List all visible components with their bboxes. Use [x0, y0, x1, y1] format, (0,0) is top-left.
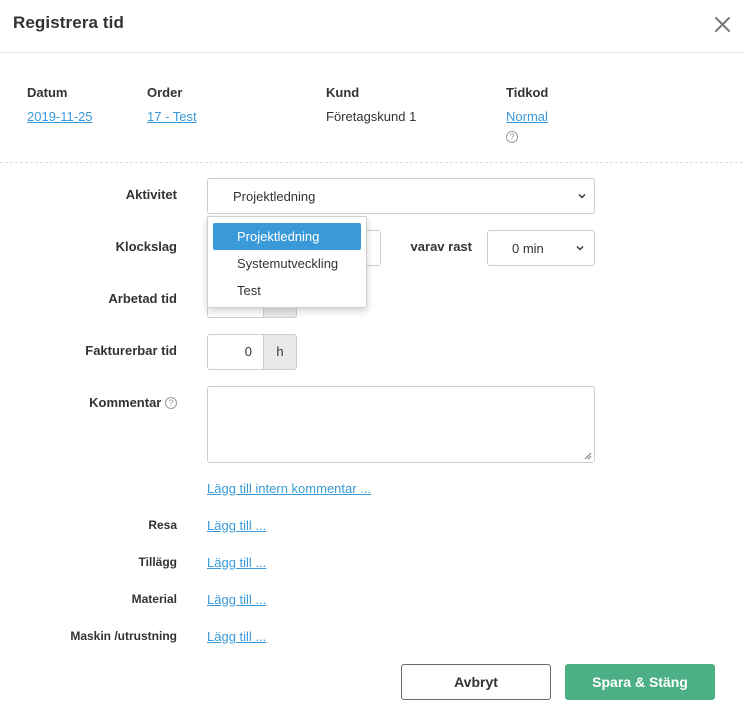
cancel-button[interactable]: Avbryt: [401, 664, 551, 700]
datum-link[interactable]: 2019-11-25: [27, 109, 93, 124]
add-internal-comment-link[interactable]: Lägg till intern kommentar ...: [207, 481, 371, 496]
help-icon[interactable]: ?: [165, 397, 177, 409]
aktivitet-select[interactable]: Projektledning: [207, 178, 595, 214]
datum-label: Datum: [27, 85, 68, 100]
chevron-down-icon: [576, 246, 584, 251]
info-tidkod: Tidkod Normal ?: [506, 85, 548, 146]
kund-value: Företagskund 1: [326, 109, 417, 124]
dropdown-option-systemutveckling[interactable]: Systemutveckling: [213, 250, 361, 277]
klockslag-label: Klockslag: [115, 239, 177, 254]
rast-select[interactable]: 0 min: [487, 230, 595, 266]
info-datum: Datum 2019-11-25: [27, 85, 93, 124]
resa-add-link[interactable]: Lägg till ...: [207, 518, 266, 533]
modal-header: Registrera tid: [0, 0, 743, 53]
dropdown-option-test[interactable]: Test: [213, 277, 361, 304]
aktivitet-label: Aktivitet: [125, 187, 177, 202]
fakturerbar-tid-input[interactable]: 0: [207, 334, 264, 370]
help-icon[interactable]: ?: [506, 131, 518, 143]
tidkod-link[interactable]: Normal: [506, 109, 548, 124]
fakturerbar-tid-unit: h: [263, 334, 297, 370]
arbetad-tid-label: Arbetad tid: [108, 291, 177, 306]
kund-label: Kund: [326, 85, 360, 100]
order-label: Order: [147, 85, 183, 100]
tidkod-label: Tidkod: [506, 85, 549, 100]
tillagg-add-link[interactable]: Lägg till ...: [207, 555, 266, 570]
fakturerbar-tid-label: Fakturerbar tid: [85, 343, 177, 358]
material-label: Material: [131, 592, 177, 606]
material-add-link[interactable]: Lägg till ...: [207, 592, 266, 607]
info-order: Order 17 - Test: [147, 85, 197, 124]
section-divider: [0, 162, 743, 163]
modal-title: Registrera tid: [13, 13, 124, 32]
aktivitet-dropdown-list: Projektledning Systemutveckling Test: [207, 216, 367, 308]
dropdown-option-projektledning[interactable]: Projektledning: [213, 223, 361, 250]
close-icon[interactable]: [712, 14, 734, 36]
save-and-close-button[interactable]: Spara & Stäng: [565, 664, 715, 700]
maskin-add-link[interactable]: Lägg till ...: [207, 629, 266, 644]
rast-label: varav rast: [410, 239, 472, 254]
rast-value: 0 min: [512, 241, 544, 256]
resize-handle-icon[interactable]: [584, 452, 592, 460]
maskin-label: Maskin /utrustning: [70, 629, 177, 643]
register-time-modal: Registrera tid Datum 2019-11-25 Order 17…: [0, 0, 743, 726]
kommentar-label: Kommentar: [89, 395, 162, 410]
tidkod-help: ?: [506, 128, 548, 146]
aktivitet-value: Projektledning: [233, 189, 316, 204]
kommentar-textarea[interactable]: [207, 386, 595, 463]
info-kund: Kund Företagskund 1: [326, 85, 416, 124]
tillagg-label: Tillägg: [138, 555, 177, 569]
kommentar-label-row: Kommentar ?: [40, 395, 177, 410]
order-link[interactable]: 17 - Test: [147, 109, 197, 124]
chevron-down-icon: [578, 194, 586, 199]
resa-label: Resa: [148, 518, 177, 532]
